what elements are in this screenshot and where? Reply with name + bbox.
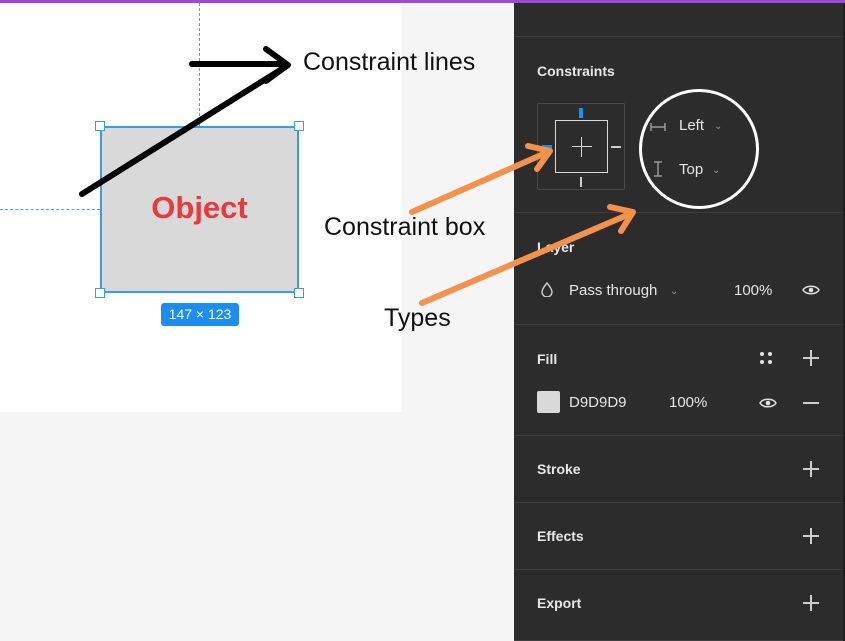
remove-fill-button[interactable] [803, 402, 819, 404]
fill-section: Fill D9D9D9 100% [514, 324, 843, 435]
properties-panel: Constraints Left ⌄ Top ⌄ Layer Pass thro… [514, 3, 845, 641]
selected-object[interactable]: Object [100, 126, 299, 293]
stroke-title: Stroke [537, 461, 581, 477]
eye-icon[interactable] [759, 397, 777, 409]
fill-color-swatch[interactable] [537, 391, 560, 413]
fill-title: Fill [537, 351, 558, 367]
annotation-circle [639, 89, 759, 209]
constraint-bottom-indicator[interactable] [580, 177, 582, 187]
blend-mode-icon [541, 282, 553, 297]
add-fill-button[interactable] [803, 350, 819, 366]
top-accent-line [0, 0, 845, 3]
constraint-left-indicator[interactable] [542, 145, 552, 149]
dimension-badge: 147 × 123 [161, 303, 239, 326]
effects-title: Effects [537, 528, 584, 544]
constraint-top-indicator[interactable] [579, 108, 583, 118]
effects-section: Effects [514, 502, 843, 569]
resize-handle-top-right[interactable] [294, 121, 304, 131]
resize-handle-bottom-left[interactable] [95, 288, 105, 298]
constraint-inner-box [555, 120, 608, 173]
object-label: Object [151, 190, 248, 225]
constraint-line-horizontal [0, 209, 100, 210]
annotation-constraint-lines: Constraint lines [303, 48, 476, 76]
chevron-down-icon: ⌄ [670, 286, 679, 297]
add-export-button[interactable] [803, 595, 819, 611]
fill-hex-input[interactable]: D9D9D9 [569, 394, 627, 411]
constraint-right-indicator[interactable] [611, 146, 621, 148]
export-section: Export [514, 569, 843, 641]
style-grid-icon[interactable] [759, 351, 773, 365]
eye-icon[interactable] [802, 284, 820, 296]
stroke-section: Stroke [514, 435, 843, 502]
annotation-types: Types [384, 304, 451, 332]
constraint-line-vertical [199, 3, 200, 126]
add-stroke-button[interactable] [803, 461, 819, 477]
layer-title: Layer [537, 239, 575, 255]
export-title: Export [537, 595, 582, 611]
blend-mode-select[interactable]: Pass through [569, 282, 657, 299]
constraints-section: Constraints Left ⌄ Top ⌄ [514, 36, 843, 212]
add-effect-button[interactable] [803, 528, 819, 544]
resize-handle-top-left[interactable] [95, 121, 105, 131]
annotation-constraint-box: Constraint box [324, 213, 486, 241]
layer-opacity-input[interactable]: 100% [734, 282, 772, 299]
fill-opacity-input[interactable]: 100% [669, 394, 707, 411]
resize-handle-bottom-right[interactable] [294, 288, 304, 298]
constraint-box[interactable] [537, 103, 625, 190]
layer-section: Layer Pass through ⌄ 100% [514, 212, 843, 324]
constraints-title: Constraints [537, 63, 615, 79]
